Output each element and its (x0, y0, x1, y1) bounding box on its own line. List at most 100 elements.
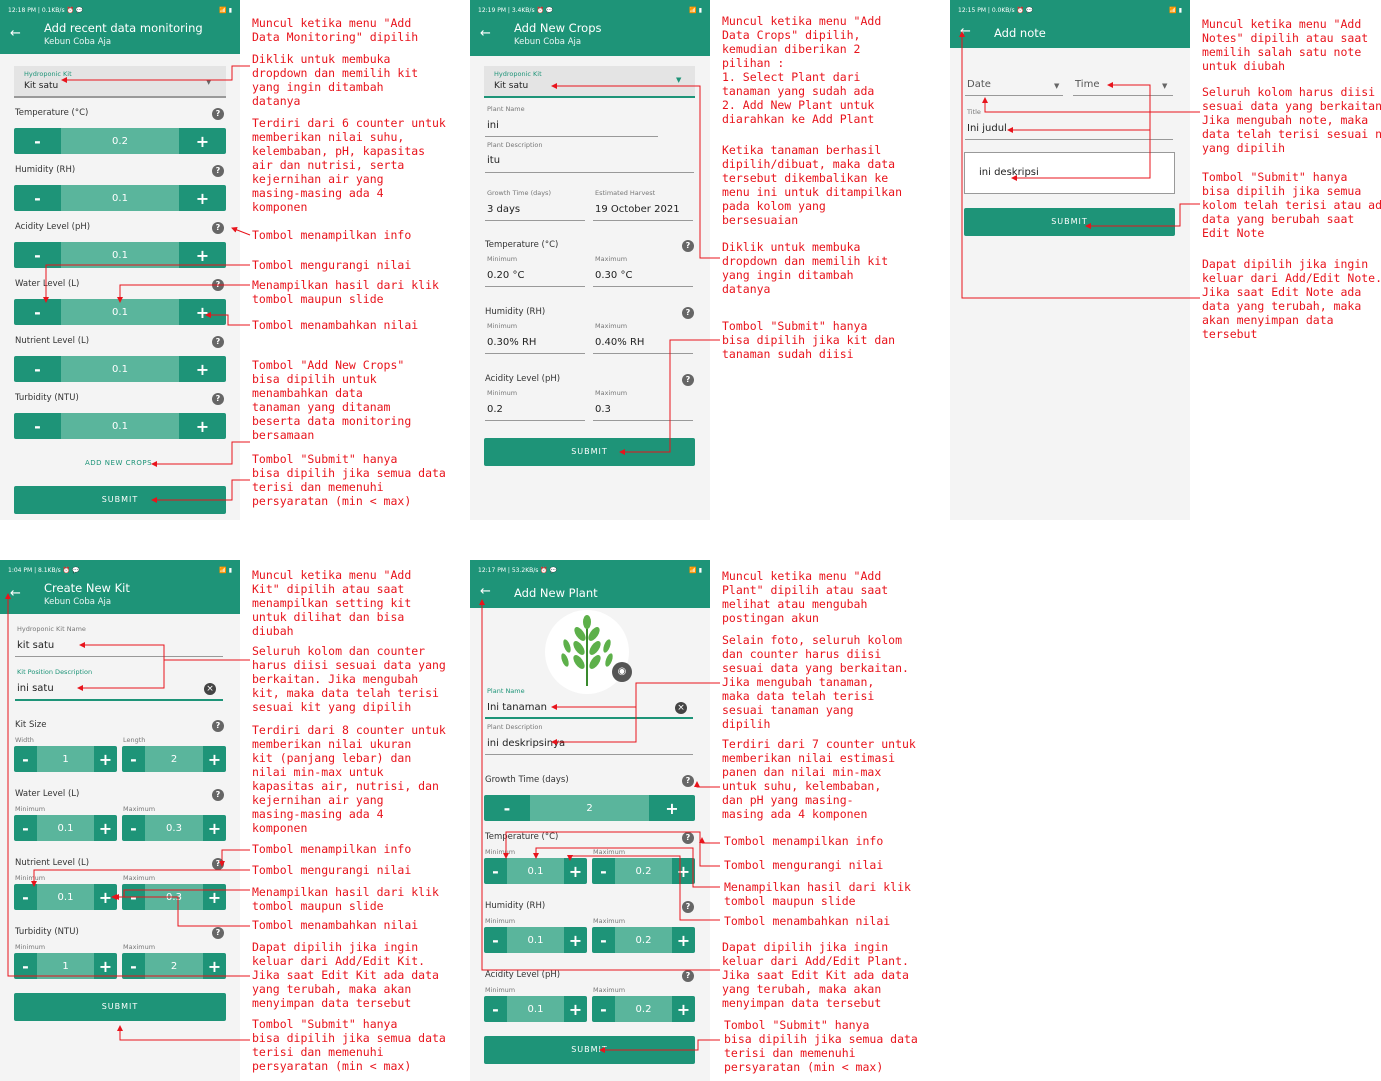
info-icon[interactable]: ? (212, 720, 224, 732)
min-minus-button[interactable]: - (484, 858, 507, 884)
plus-button[interactable]: + (179, 413, 226, 439)
min-minus-button[interactable]: - (484, 927, 507, 953)
right-plus-button[interactable]: + (203, 953, 226, 979)
plant-description-field[interactable]: ini deskripsinya (487, 738, 565, 749)
counter-value[interactable]: 0.1 (61, 242, 179, 268)
right-minus-button[interactable]: - (122, 953, 145, 979)
back-arrow-icon[interactable]: ← (480, 584, 491, 599)
right-plus-button[interactable]: + (203, 815, 226, 841)
right-minus-button[interactable]: - (122, 815, 145, 841)
info-icon[interactable]: ? (212, 336, 224, 348)
kit-position-field[interactable]: ini satu (17, 683, 54, 694)
right-minus-button[interactable]: - (122, 746, 145, 772)
left-counter-value[interactable]: 1 (37, 746, 94, 772)
back-arrow-icon[interactable]: ← (480, 26, 491, 41)
minus-button[interactable]: - (14, 128, 61, 154)
counter-value[interactable]: 0.1 (61, 413, 179, 439)
plus-button[interactable]: + (179, 185, 226, 211)
info-icon[interactable]: ? (212, 108, 224, 120)
submit-button[interactable]: SUBMIT (484, 1036, 695, 1064)
minus-button[interactable]: - (14, 242, 61, 268)
max-plus-button[interactable]: + (672, 858, 695, 884)
left-minus-button[interactable]: - (14, 815, 37, 841)
clear-icon[interactable]: × (204, 683, 216, 695)
plant-name-field[interactable]: ini (487, 120, 499, 131)
plant-photo[interactable] (545, 610, 629, 694)
info-icon[interactable]: ? (682, 775, 694, 787)
max-counter-value[interactable]: 0.2 (615, 858, 672, 884)
minus-button[interactable]: - (14, 413, 61, 439)
max-plus-button[interactable]: + (672, 927, 695, 953)
plus-button[interactable]: + (179, 128, 226, 154)
counter-value[interactable]: 0.2 (61, 128, 179, 154)
back-arrow-icon[interactable]: ← (960, 24, 971, 39)
info-icon[interactable]: ? (682, 832, 694, 844)
back-arrow-icon[interactable]: ← (10, 586, 21, 601)
submit-button[interactable]: SUBMIT (964, 208, 1175, 236)
left-plus-button[interactable]: + (94, 884, 117, 910)
right-counter-value[interactable]: 0.3 (145, 815, 203, 841)
max-counter-value[interactable]: 0.2 (615, 996, 672, 1022)
add-new-crops-button[interactable]: ADD NEW CROPS (85, 459, 152, 467)
min-counter-value[interactable]: 0.1 (507, 858, 564, 884)
title-field[interactable]: Ini judul (967, 123, 1007, 134)
left-counter-value[interactable]: 1 (37, 953, 94, 979)
growth-plus-button[interactable]: + (649, 795, 695, 821)
plant-name-field[interactable]: Ini tanaman (487, 702, 547, 713)
min-plus-button[interactable]: + (564, 927, 587, 953)
left-plus-button[interactable]: + (94, 746, 117, 772)
left-plus-button[interactable]: + (94, 953, 117, 979)
left-minus-button[interactable]: - (14, 953, 37, 979)
min-plus-button[interactable]: + (564, 858, 587, 884)
info-icon[interactable]: ? (682, 307, 694, 319)
info-icon[interactable]: ? (212, 165, 224, 177)
camera-icon[interactable]: ◉ (612, 662, 632, 682)
max-minus-button[interactable]: - (592, 927, 615, 953)
left-plus-button[interactable]: + (94, 815, 117, 841)
right-counter-value[interactable]: 2 (145, 953, 203, 979)
min-plus-button[interactable]: + (564, 996, 587, 1022)
max-counter-value[interactable]: 0.2 (615, 927, 672, 953)
info-icon[interactable]: ? (212, 279, 224, 291)
counter-value[interactable]: 0.1 (61, 299, 179, 325)
plus-button[interactable]: + (179, 299, 226, 325)
right-minus-button[interactable]: - (122, 884, 145, 910)
plus-button[interactable]: + (179, 356, 226, 382)
time-picker[interactable]: Time (1075, 79, 1099, 90)
growth-minus-button[interactable]: - (484, 795, 530, 821)
kit-name-field[interactable]: kit satu (17, 640, 54, 651)
info-icon[interactable]: ? (212, 927, 224, 939)
info-icon[interactable]: ? (682, 970, 694, 982)
back-arrow-icon[interactable]: ← (10, 26, 21, 41)
info-icon[interactable]: ? (682, 240, 694, 252)
info-icon[interactable]: ? (682, 901, 694, 913)
right-plus-button[interactable]: + (203, 884, 226, 910)
min-counter-value[interactable]: 0.1 (507, 927, 564, 953)
minus-button[interactable]: - (14, 356, 61, 382)
info-icon[interactable]: ? (212, 222, 224, 234)
min-counter-value[interactable]: 0.1 (507, 996, 564, 1022)
right-counter-value[interactable]: 0.3 (145, 884, 203, 910)
minus-button[interactable]: - (14, 299, 61, 325)
max-minus-button[interactable]: - (592, 996, 615, 1022)
plus-button[interactable]: + (179, 242, 226, 268)
submit-button[interactable]: SUBMIT (484, 438, 695, 466)
info-icon[interactable]: ? (212, 789, 224, 801)
submit-button[interactable]: SUBMIT (14, 486, 226, 514)
plant-description-field[interactable]: itu (487, 155, 500, 166)
date-picker[interactable]: Date (967, 79, 991, 90)
left-minus-button[interactable]: - (14, 746, 37, 772)
minus-button[interactable]: - (14, 185, 61, 211)
info-icon[interactable]: ? (682, 374, 694, 386)
right-counter-value[interactable]: 2 (145, 746, 203, 772)
counter-value[interactable]: 0.1 (61, 185, 179, 211)
max-plus-button[interactable]: + (672, 996, 695, 1022)
info-icon[interactable]: ? (212, 393, 224, 405)
right-plus-button[interactable]: + (203, 746, 226, 772)
left-counter-value[interactable]: 0.1 (37, 815, 94, 841)
left-minus-button[interactable]: - (14, 884, 37, 910)
growth-counter-value[interactable]: 2 (530, 795, 649, 821)
counter-value[interactable]: 0.1 (61, 356, 179, 382)
min-minus-button[interactable]: - (484, 996, 507, 1022)
info-icon[interactable]: ? (212, 858, 224, 870)
